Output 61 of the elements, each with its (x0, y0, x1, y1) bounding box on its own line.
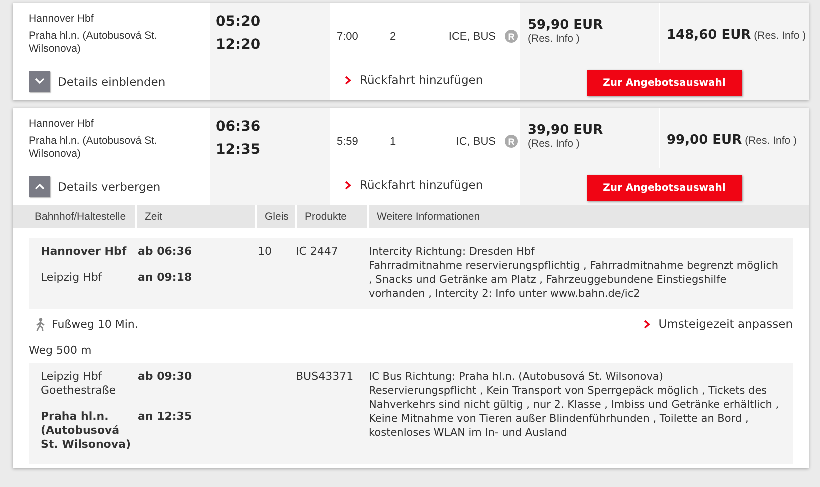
chevron-up-icon (34, 183, 44, 190)
walking-person-icon (35, 318, 46, 330)
res-info-note[interactable]: (Res. Info ) (745, 135, 798, 147)
products: IC, BUS (455, 136, 496, 148)
details-toggle-button[interactable] (29, 176, 50, 197)
stop-station: Hannover Hbf (41, 245, 128, 259)
chevron-right-icon (644, 320, 650, 328)
stop-station: Leipzig Hbf (41, 271, 104, 285)
details-toggle-label[interactable]: Details verbergen (58, 180, 161, 194)
column-header: Weitere Informationen (367, 205, 809, 228)
stop-time: an 09:18 (138, 271, 194, 285)
return-trip-link[interactable]: Rückfahrt hinzufügen (337, 178, 520, 192)
stop-time: an 12:35 (138, 410, 194, 425)
departure-station: Hannover Hbf (29, 13, 95, 26)
stop-station: Praha hl.n. (Autobusová St. Wilsonova) (41, 410, 132, 452)
column-header: Produkte (295, 205, 367, 228)
reservation-badge: R (505, 30, 518, 43)
flex-price: 99,00 EUR (667, 133, 742, 148)
return-trip-link[interactable]: Rückfahrt hinzufügen (337, 73, 520, 87)
arrival-station: Praha hl.n. (Autobusová St. Wilsonova) (29, 30, 158, 56)
offer-selection-button[interactable]: Zur Angebotsauswahl (587, 70, 742, 96)
arrival-time: 12:20 (216, 37, 262, 53)
adjust-transfer-link[interactable]: Umsteigezeit anpassen (644, 317, 793, 331)
stop-time: ab 06:36 (138, 245, 194, 259)
details-toggle-button[interactable] (29, 71, 50, 92)
duration: 7:00 (337, 30, 360, 42)
arrival-time: 12:35 (216, 142, 262, 158)
res-info-note[interactable]: (Res. Info ) (528, 33, 659, 45)
products: ICE, BUS (448, 30, 496, 42)
platform: 10 (258, 245, 272, 258)
changes-count: 1 (390, 136, 398, 148)
details-toggle-label[interactable]: Details einblenden (58, 74, 166, 88)
res-info-note[interactable]: (Res. Info ) (754, 30, 806, 42)
direction-text: Intercity Richtung: Dresden Hbf (369, 245, 536, 259)
duration: 5:59 (337, 136, 360, 148)
departure-time: 06:36 (216, 119, 262, 135)
train-number: BUS43371 (296, 370, 354, 383)
res-info-note[interactable]: (Res. Info ) (528, 138, 659, 150)
chevron-right-icon (345, 180, 351, 190)
column-header: Zeit (135, 205, 255, 228)
column-header: Gleis (255, 205, 295, 228)
arrival-station: Praha hl.n. (Autobusová St. Wilsonova) (29, 135, 158, 161)
flex-price: 148,60 EUR (667, 28, 752, 43)
walk-distance: Weg 500 m (29, 344, 92, 357)
column-header: Bahnhof/Haltestelle (34, 210, 128, 224)
direction-text: IC Bus Richtung: Praha hl.n. (Autobusová St. Wilsonova) (369, 370, 664, 384)
reservation-badge: R (505, 135, 518, 148)
walk-duration: Fußweg 10 Min. (52, 318, 140, 330)
stop-station: Leipzig Hbf Goethestraße (41, 370, 118, 398)
offer-selection-button[interactable]: Zur Angebotsauswahl (587, 175, 742, 201)
saver-price: 59,90 EUR (528, 18, 604, 33)
changes-count: 2 (390, 30, 398, 42)
attributes-text: Fahrradmitnahme reservierungspflichtig , Fahrradmitnahme begrenzt möglich , Snacks und Getränke am Platz , Fahrzeuggebundene Einstiegshilfe vorhanden , Intercity 2: Info unter www.bahn.de/ic2 (369, 259, 780, 301)
saver-price: 39,90 EUR (528, 123, 604, 138)
chevron-right-icon (345, 76, 351, 84)
chevron-down-icon (34, 78, 44, 85)
train-number: IC 2447 (296, 245, 338, 258)
stop-time: ab 09:30 (138, 370, 194, 385)
departure-time: 05:20 (216, 14, 262, 30)
attributes-text: Reservierungspflicht , Kein Transport von Sperrgepäck möglich , Tickets des Nahverkehrs sind nicht gültig , nur 2. Klasse , Imbiss und Getränke erhältlich , Keine Mitnahme von Tieren außer Blindenführhunden , Toilette an Bord , kostenloses WLAN im In- und Ausland (369, 384, 780, 440)
departure-station: Hannover Hbf (29, 118, 95, 131)
